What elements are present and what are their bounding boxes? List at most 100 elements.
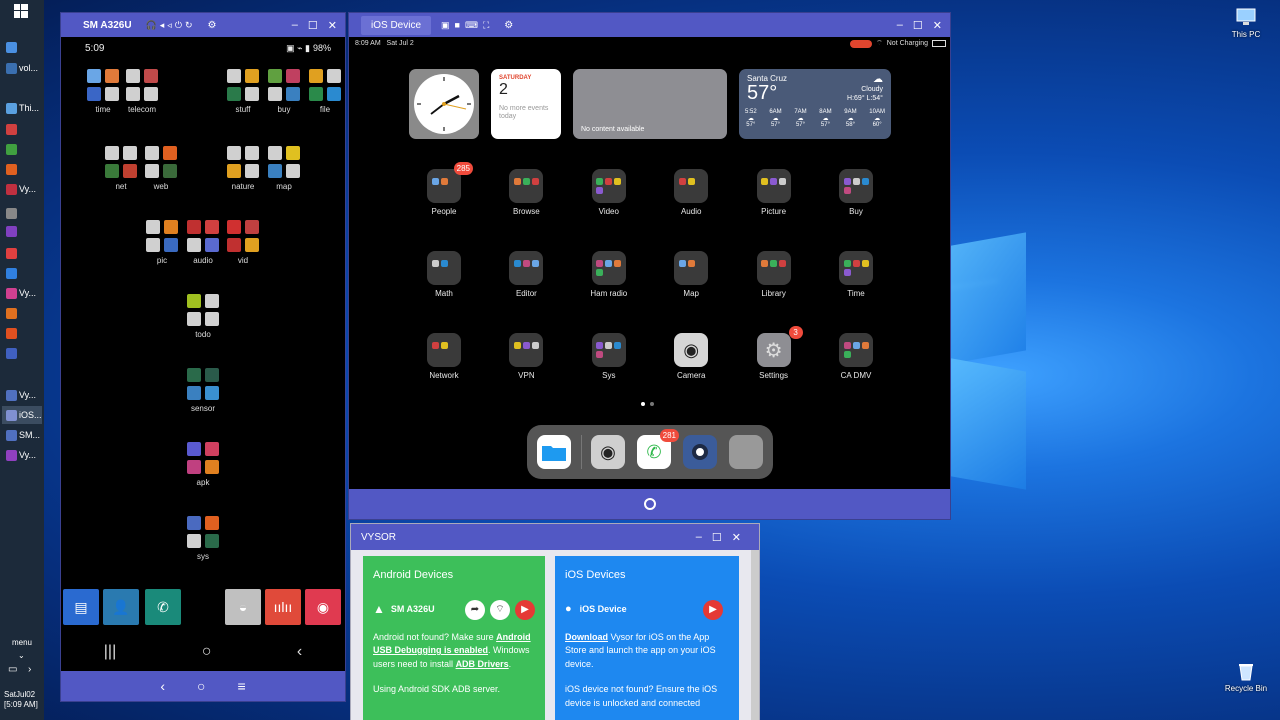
taskbar-app-button[interactable]: Thi...	[2, 99, 42, 117]
taskbar-app-button[interactable]	[2, 244, 42, 262]
camera-app[interactable]: ◉	[591, 435, 625, 469]
share-icon[interactable]: ➦	[465, 599, 485, 620]
minimize-button[interactable]: –	[292, 19, 298, 31]
camera-app[interactable]: ◉	[305, 589, 341, 625]
folder-map[interactable]: map	[264, 146, 304, 191]
folder-nature[interactable]: nature	[223, 146, 263, 191]
recycle-bin-shortcut[interactable]: Recycle Bin	[1216, 660, 1276, 693]
phone-app[interactable]: ✆	[145, 589, 181, 625]
taskbar-app-button[interactable]	[2, 304, 42, 322]
folder-net[interactable]: net	[101, 146, 141, 191]
this-pc-shortcut[interactable]: This PC	[1216, 6, 1276, 39]
recorder-app[interactable]: ıılıı	[265, 589, 301, 625]
play-icon[interactable]: ▶	[515, 599, 535, 620]
taskbar-app-button[interactable]: vol...	[2, 59, 42, 77]
folder-telecom[interactable]: telecom	[122, 69, 162, 114]
vysor-menu-button[interactable]: ≡	[237, 678, 245, 694]
back-button[interactable]: ‹	[297, 643, 302, 661]
power-icon[interactable]: ⏻	[175, 20, 185, 30]
volume-up-icon[interactable]: ◃	[167, 20, 175, 30]
rotate-icon[interactable]: ↻	[185, 20, 196, 30]
folder-audio[interactable]: audio	[183, 220, 223, 265]
folder-apk[interactable]: apk	[183, 442, 223, 487]
settings-gear-icon[interactable]: ⚙	[504, 20, 513, 31]
record-icon[interactable]: ■	[455, 20, 465, 30]
taskbar-app-button[interactable]	[2, 120, 42, 138]
headphones-icon[interactable]: 🎧	[146, 20, 160, 30]
ios-app-ham-radio[interactable]: Ham radio	[574, 251, 644, 298]
close-button[interactable]: ✕	[933, 19, 942, 32]
ios-app-library[interactable]: Library	[739, 251, 809, 298]
taskbar-app-button[interactable]: Vy...	[2, 284, 42, 302]
taskbar-app-button[interactable]	[2, 160, 42, 178]
ios-app-math[interactable]: Math	[409, 251, 479, 298]
adb-drivers-link[interactable]: ADB Drivers	[456, 659, 509, 669]
screenshot-icon[interactable]: ▣	[441, 20, 455, 30]
calendar-widget[interactable]: SATURDAY 2 No more events today	[491, 69, 561, 139]
folder-todo[interactable]: todo	[183, 294, 223, 339]
ios-app-editor[interactable]: Editor	[491, 251, 561, 298]
messages-app[interactable]: ▤	[63, 589, 99, 625]
vysor-app[interactable]	[683, 435, 717, 469]
taskbar-app-button[interactable]	[2, 324, 42, 342]
settings-gear-icon[interactable]: ⚙	[208, 20, 217, 31]
android-device-row[interactable]: ▲ SM A326U ➦ ⌔ ▶	[373, 599, 535, 621]
ios-app-vpn[interactable]: VPN	[491, 333, 561, 380]
minimize-button[interactable]: –	[696, 531, 702, 543]
clock-widget[interactable]	[409, 69, 479, 139]
taskbar-app-button[interactable]	[2, 204, 42, 222]
download-link[interactable]: Download	[565, 632, 608, 642]
taskbar-app-button[interactable]: SM...	[2, 426, 42, 444]
ios-app-audio[interactable]: Audio	[656, 169, 726, 216]
page-dot[interactable]	[650, 402, 654, 406]
maximize-button[interactable]: ☐	[712, 531, 722, 544]
minimize-button[interactable]: –	[897, 19, 903, 31]
folder-time[interactable]: time	[83, 69, 123, 114]
keyboard-icon[interactable]: ⌨	[465, 20, 483, 30]
ios-app-buy[interactable]: Buy	[821, 169, 891, 216]
ios-app-picture[interactable]: Picture	[739, 169, 809, 216]
folder-sensor[interactable]: sensor	[183, 368, 223, 413]
maximize-button[interactable]: ☐	[308, 19, 318, 32]
page-dot[interactable]	[641, 402, 645, 406]
folder-stuff[interactable]: stuff	[223, 69, 263, 114]
folder-pic[interactable]: pic	[142, 220, 182, 265]
maximize-button[interactable]: ☐	[913, 19, 923, 32]
taskbar-menu-label[interactable]: menu	[0, 638, 44, 647]
taskbar-app-button[interactable]: Vy...	[2, 180, 42, 198]
ios-app-video[interactable]: Video	[574, 169, 644, 216]
photos-widget[interactable]: No content available	[573, 69, 727, 139]
weather-widget[interactable]: Santa Cruz 57° ☁ Cloudy H:69° L:54° 5:52…	[739, 69, 891, 139]
monitor-icon[interactable]: ▭	[8, 664, 17, 675]
folder-sys[interactable]: sys	[183, 516, 223, 561]
close-button[interactable]: ✕	[328, 19, 337, 32]
taskbar-app-button[interactable]	[2, 264, 42, 282]
chevron-right-icon[interactable]: ›	[28, 664, 31, 675]
recents-button[interactable]: |||	[104, 643, 116, 661]
contacts-app[interactable]: 👤	[103, 589, 139, 625]
folder-buy[interactable]: buy	[264, 69, 304, 114]
taskbar-app-button[interactable]	[2, 344, 42, 362]
ios-titlebar[interactable]: iOS Device ▣■⌨⛶ ⚙	[349, 13, 950, 37]
folder-vid[interactable]: vid	[223, 220, 263, 265]
fullscreen-icon[interactable]: ⛶	[483, 20, 494, 30]
ios-app-sys[interactable]: Sys	[574, 333, 644, 380]
vysor-home-button[interactable]: ○	[197, 678, 205, 694]
taskbar-app-button[interactable]	[2, 140, 42, 158]
taskbar-app-button[interactable]: Vy...	[2, 446, 42, 464]
android-apps-app[interactable]: ◒	[225, 589, 261, 625]
taskbar-app-button[interactable]	[2, 222, 42, 240]
ios-app-people[interactable]: 285 People	[409, 162, 479, 216]
ios-app-network[interactable]: Network	[409, 333, 479, 380]
android-screen[interactable]: 5:09 ▣ ⌁ ▮ 98% time telecom stuff buy file ne…	[61, 37, 345, 671]
taskbar-app-button[interactable]	[2, 38, 42, 56]
vysor-back-button[interactable]: ‹	[160, 678, 165, 694]
folder-file[interactable]: file	[305, 69, 345, 114]
folder-web[interactable]: web	[141, 146, 181, 191]
taskbar-app-button[interactable]: Vy...	[2, 386, 42, 404]
ios-screen[interactable]: 8:09 AM Sat Jul 2 ⌔ Not Charging SATURDA…	[349, 37, 950, 491]
phone-app[interactable]: ✆ 281	[637, 429, 679, 469]
taskbar-app-button[interactable]: iOS...	[2, 406, 42, 424]
close-button[interactable]: ✕	[732, 531, 741, 544]
app-library[interactable]	[729, 435, 763, 469]
